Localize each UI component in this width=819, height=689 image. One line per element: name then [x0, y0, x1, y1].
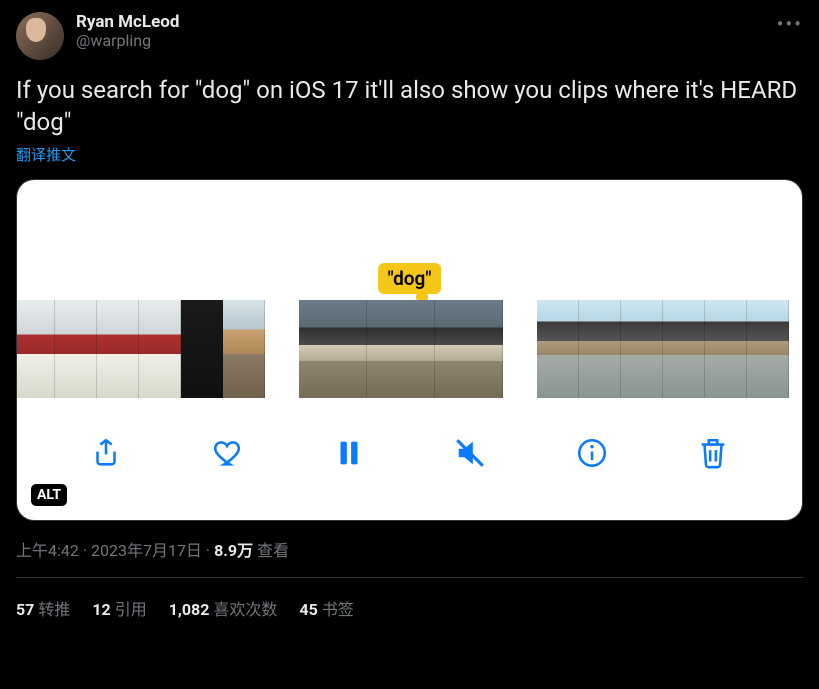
- tweet-header: Ryan McLeod @warpling •••: [16, 12, 803, 60]
- clip-frame[interactable]: [223, 300, 265, 398]
- clip-frame[interactable]: [705, 300, 747, 398]
- clip-frame[interactable]: [621, 300, 663, 398]
- author-display-name[interactable]: Ryan McLeod: [76, 12, 179, 32]
- likes-stat[interactable]: 1,082喜欢次数: [169, 596, 278, 620]
- share-icon: [89, 436, 123, 470]
- pause-icon: [332, 436, 366, 470]
- reposts-label: 转推: [38, 600, 70, 619]
- info-button[interactable]: [570, 431, 614, 475]
- author-block: Ryan McLeod @warpling: [76, 12, 179, 50]
- translate-link[interactable]: 翻译推文: [16, 144, 76, 165]
- clip-frame[interactable]: [299, 300, 367, 398]
- clip-group[interactable]: [299, 300, 503, 398]
- clip-frame[interactable]: [537, 300, 579, 398]
- trash-icon: [696, 436, 730, 470]
- likes-label: 喜欢次数: [213, 600, 277, 619]
- media-toolbar: [17, 398, 802, 520]
- quotes-count: 12: [92, 600, 110, 619]
- avatar[interactable]: [16, 12, 64, 60]
- quotes-label: 引用: [115, 600, 147, 619]
- reposts-count: 57: [16, 600, 34, 619]
- tweet-text: If you search for "dog" on iOS 17 it'll …: [16, 74, 803, 138]
- clip-frame[interactable]: [97, 300, 139, 398]
- tweet-time[interactable]: 上午4:42: [16, 541, 79, 560]
- views-label: 查看: [257, 541, 289, 560]
- views-count[interactable]: 8.9万: [214, 541, 253, 560]
- speaker-muted-icon: [453, 436, 487, 470]
- clip-frame[interactable]: [747, 300, 789, 398]
- likes-count: 1,082: [169, 600, 210, 619]
- clip-frame[interactable]: [17, 300, 55, 398]
- clip-frame[interactable]: [55, 300, 97, 398]
- tweet-container: Ryan McLeod @warpling ••• If you search …: [0, 0, 819, 620]
- clip-frame[interactable]: [663, 300, 705, 398]
- clip-frame[interactable]: [579, 300, 621, 398]
- author-handle[interactable]: @warpling: [76, 31, 179, 50]
- clip-frame[interactable]: [139, 300, 181, 398]
- clip-frame[interactable]: [181, 300, 223, 398]
- bookmarks-label: 书签: [322, 600, 354, 619]
- delete-button[interactable]: [691, 431, 735, 475]
- quotes-stat[interactable]: 12 引用: [92, 596, 146, 620]
- mute-button[interactable]: [448, 431, 492, 475]
- clip-group[interactable]: [17, 300, 265, 398]
- clip-group[interactable]: [537, 300, 789, 398]
- favorite-button[interactable]: [205, 431, 249, 475]
- more-icon[interactable]: •••: [777, 12, 803, 36]
- media-inner: "dog": [17, 180, 802, 520]
- search-result-tag: "dog": [378, 263, 442, 294]
- heart-icon: [210, 436, 244, 470]
- share-button[interactable]: [84, 431, 128, 475]
- bookmarks-count: 45: [299, 600, 317, 619]
- bookmarks-stat[interactable]: 45 书签: [299, 596, 353, 620]
- stats-row: 57转推 12 引用 1,082喜欢次数 45 书签: [16, 578, 803, 620]
- clip-frame[interactable]: [367, 300, 435, 398]
- alt-badge[interactable]: ALT: [31, 484, 67, 506]
- pause-button[interactable]: [327, 431, 371, 475]
- media-top-area: "dog": [17, 180, 802, 300]
- info-icon: [575, 436, 609, 470]
- tweet-date[interactable]: 2023年7月17日: [91, 541, 202, 560]
- reposts-stat[interactable]: 57转推: [16, 596, 70, 620]
- clip-timeline[interactable]: [17, 300, 802, 398]
- media-card[interactable]: "dog": [16, 179, 803, 521]
- clip-frame[interactable]: [435, 300, 503, 398]
- tweet-meta: 上午4:42 · 2023年7月17日 · 8.9万 查看: [16, 537, 803, 561]
